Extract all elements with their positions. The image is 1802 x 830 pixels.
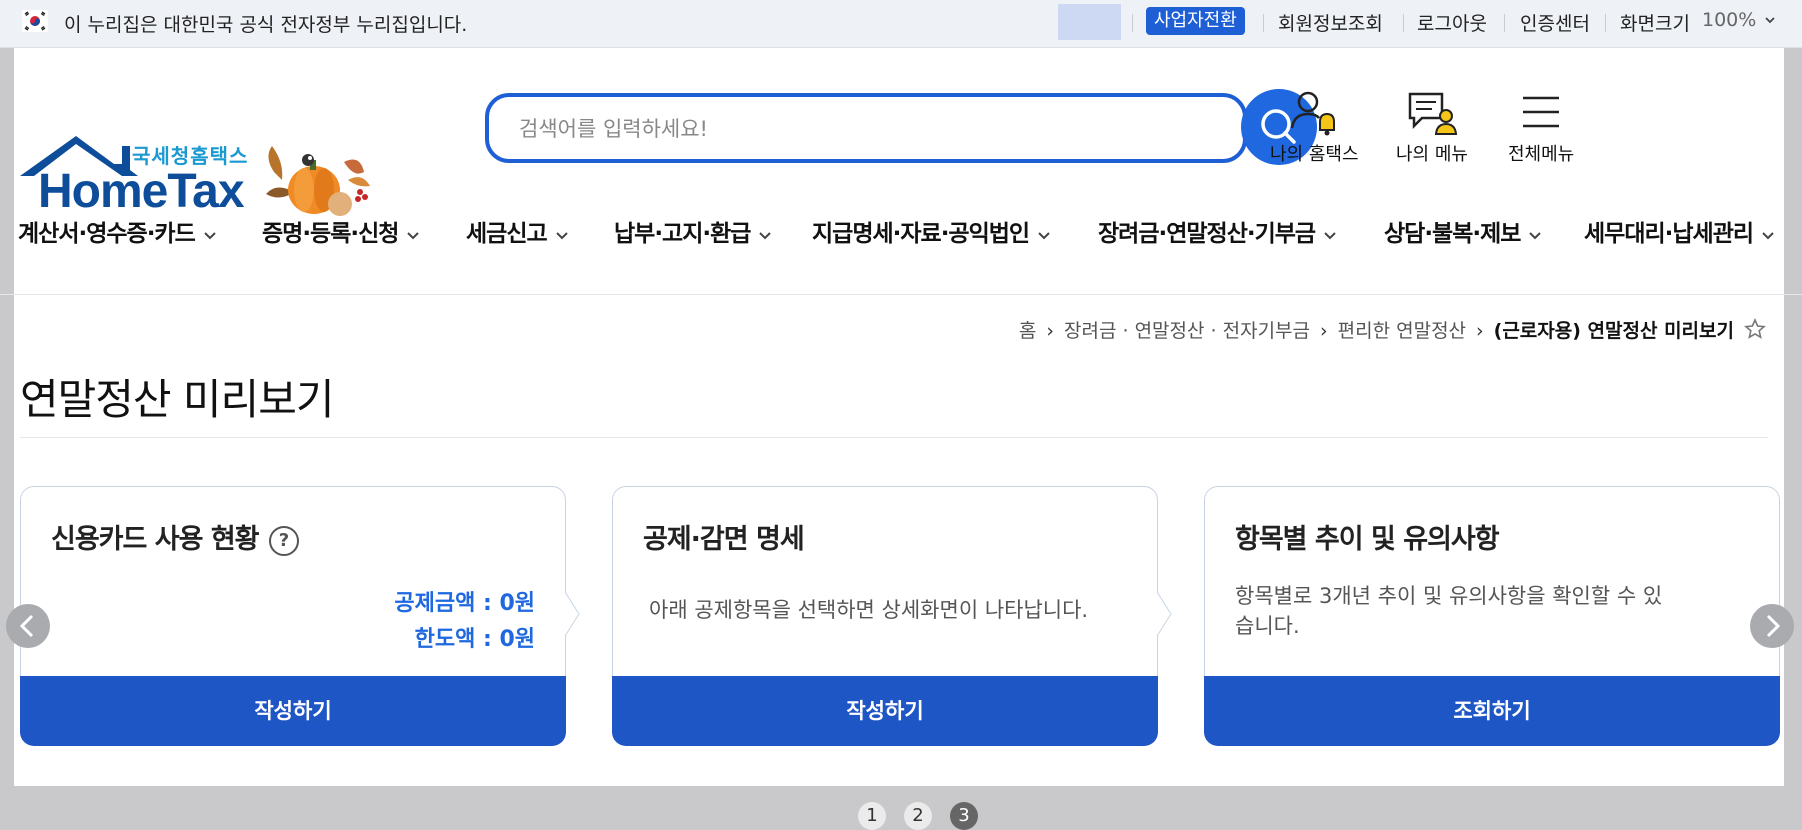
- breadcrumb-separator: ›: [1046, 320, 1055, 342]
- divider: [1132, 14, 1133, 32]
- nav-item-year-end[interactable]: 장려금·연말정산·기부금: [1098, 214, 1339, 248]
- breadcrumb-level2[interactable]: 편리한 연말정산: [1338, 320, 1466, 342]
- chevron-down-icon: [204, 231, 216, 239]
- breadcrumb-level1[interactable]: 장려금 · 연말정산 · 전자기부금: [1064, 320, 1310, 342]
- my-menu-label: 나의 메뉴: [1396, 144, 1468, 165]
- auth-center-link[interactable]: 인증센터: [1520, 9, 1590, 36]
- logo-title: HomeTax: [38, 165, 245, 218]
- breadcrumb-separator: ›: [1476, 320, 1484, 342]
- chevron-down-icon[interactable]: [1763, 13, 1777, 27]
- card-credit-card-usage: 신용카드 사용 현황? 공제금액 : 0원 한도액 : 0원 작성하기: [20, 486, 566, 746]
- nav-item-payment[interactable]: 납부·고지·환급: [614, 214, 774, 248]
- card-description: 항목별로 3개년 추이 및 유의사항을 확인할 수 있습니다.: [1235, 584, 1663, 638]
- arrow-left-icon: [19, 614, 34, 638]
- pumpkin-decoration-icon: [266, 146, 370, 216]
- divider: [1403, 14, 1404, 32]
- card-item-trends: 항목별 추이 및 유의사항 항목별로 3개년 추이 및 유의사항을 확인할 수 …: [1204, 486, 1780, 746]
- deduction-amount: 공제금액 : 0원: [394, 591, 535, 616]
- chevron-down-icon: [407, 231, 420, 239]
- nav-item-certificates[interactable]: 증명·등록·신청: [262, 214, 422, 248]
- hamburger-icon: [1523, 96, 1560, 128]
- card-deduction-details: 공제·감면 명세 아래 공제항목을 선택하면 상세화면이 나타납니다. 작성하기: [612, 486, 1158, 746]
- write-button[interactable]: 작성하기: [612, 676, 1158, 746]
- divider: [1504, 14, 1505, 32]
- breadcrumb-current: (근로자용) 연말정산 미리보기: [1493, 320, 1734, 342]
- pager-dot-active[interactable]: 3: [950, 802, 978, 830]
- my-hometax-label: 나의 홈택스: [1270, 144, 1359, 165]
- card-title: 신용카드 사용 현황?: [51, 517, 299, 556]
- card-connector-arrow: [1157, 592, 1172, 636]
- card-title-text: 신용카드 사용 현황: [51, 524, 260, 555]
- user-bell-icon: [1291, 91, 1336, 136]
- nav-item-consult[interactable]: 상담·불복·제보: [1384, 214, 1544, 248]
- search-input[interactable]: [517, 97, 1201, 161]
- gov-banner: 이 누리집은 대한민국 공식 전자정부 누리집입니다. 사업자전환 회원정보조회…: [0, 0, 1802, 48]
- page-title: 연말정산 미리보기: [20, 375, 334, 424]
- chevron-down-icon: [1762, 231, 1774, 239]
- nav-label: 계산서·영수증·카드: [18, 221, 196, 247]
- nav-label: 지급명세·자료·공익법인: [812, 221, 1030, 247]
- gov-notice-text: 이 누리집은 대한민국 공식 전자정부 누리집입니다.: [64, 14, 468, 36]
- pager-dot[interactable]: 2: [904, 802, 932, 830]
- card-description: 아래 공제항목을 선택하면 상세화면이 나타납니다.: [649, 598, 1089, 622]
- member-info-link[interactable]: 회원정보조회: [1278, 9, 1383, 36]
- logout-link[interactable]: 로그아웃: [1417, 9, 1487, 36]
- pager-dot[interactable]: 1: [858, 802, 886, 830]
- divider: [1605, 14, 1606, 32]
- card-connector-arrow: [565, 592, 580, 636]
- card-title: 공제·감면 명세: [643, 524, 805, 555]
- arrow-right-icon: [1766, 614, 1781, 638]
- all-menu-label: 전체메뉴: [1508, 144, 1575, 165]
- divider: [0, 294, 1802, 295]
- page: 이 누리집은 대한민국 공식 전자정부 누리집입니다. 사업자전환 회원정보조회…: [0, 0, 1802, 830]
- highlight-box: [1058, 4, 1121, 40]
- carousel-prev-button[interactable]: [6, 604, 50, 648]
- nav-label: 증명·등록·신청: [262, 221, 399, 247]
- korea-flag-icon: [22, 10, 48, 32]
- hometax-logo[interactable]: 국세청홈택스 HomeTax: [18, 92, 388, 218]
- business-switch-button[interactable]: 사업자전환: [1146, 7, 1245, 35]
- chevron-down-icon: [1529, 231, 1542, 239]
- nav-label: 세무대리·납세관리: [1584, 221, 1754, 247]
- nav-label: 상담·불복·제보: [1384, 221, 1521, 247]
- chevron-down-icon: [1038, 231, 1050, 239]
- divider: [20, 437, 1768, 438]
- chevron-down-icon: [555, 231, 568, 239]
- all-menu-button[interactable]: 전체메뉴: [1508, 90, 1574, 166]
- limit-amount: 한도액 : 0원: [414, 627, 535, 652]
- nav-item-invoices[interactable]: 계산서·영수증·카드: [18, 214, 219, 248]
- help-icon[interactable]: ?: [268, 526, 299, 556]
- zoom-value[interactable]: 100%: [1702, 9, 1756, 31]
- zoom-label[interactable]: 화면크기: [1620, 9, 1690, 36]
- carousel-next-button[interactable]: [1750, 604, 1794, 648]
- chevron-down-icon: [1324, 231, 1336, 239]
- search-box: [485, 93, 1247, 163]
- main-content: 국세청홈택스 HomeTax 검색어를 입력하세요! 나의 홈택스 나의 메뉴 …: [0, 48, 1802, 830]
- write-button[interactable]: 작성하기: [20, 676, 566, 746]
- breadcrumb: 홈 › 장려금 · 연말정산 · 전자기부금 › 편리한 연말정산 › (근로자용) 연말정…: [1019, 316, 1766, 343]
- nav-label: 장려금·연말정산·기부금: [1098, 221, 1316, 247]
- menu-person-icon: [1408, 92, 1458, 135]
- my-hometax-button[interactable]: 나의 홈택스: [1270, 90, 1359, 166]
- my-menu-button[interactable]: 나의 메뉴: [1396, 90, 1468, 166]
- view-button[interactable]: 조회하기: [1204, 676, 1780, 746]
- breadcrumb-home[interactable]: 홈: [1019, 320, 1036, 342]
- nav-item-statements[interactable]: 지급명세·자료·공익법인: [812, 214, 1053, 248]
- nav-label: 납부·고지·환급: [614, 221, 751, 247]
- nav-item-tax-report[interactable]: 세금신고: [466, 214, 571, 248]
- breadcrumb-separator: ›: [1320, 320, 1328, 342]
- divider: [1263, 14, 1264, 32]
- chevron-down-icon: [759, 231, 772, 239]
- star-icon[interactable]: [1744, 317, 1766, 340]
- nav-label: 세금신고: [466, 221, 548, 247]
- card-title: 항목별 추이 및 유의사항: [1235, 524, 1500, 555]
- nav-item-tax-agent[interactable]: 세무대리·납세관리: [1584, 214, 1777, 248]
